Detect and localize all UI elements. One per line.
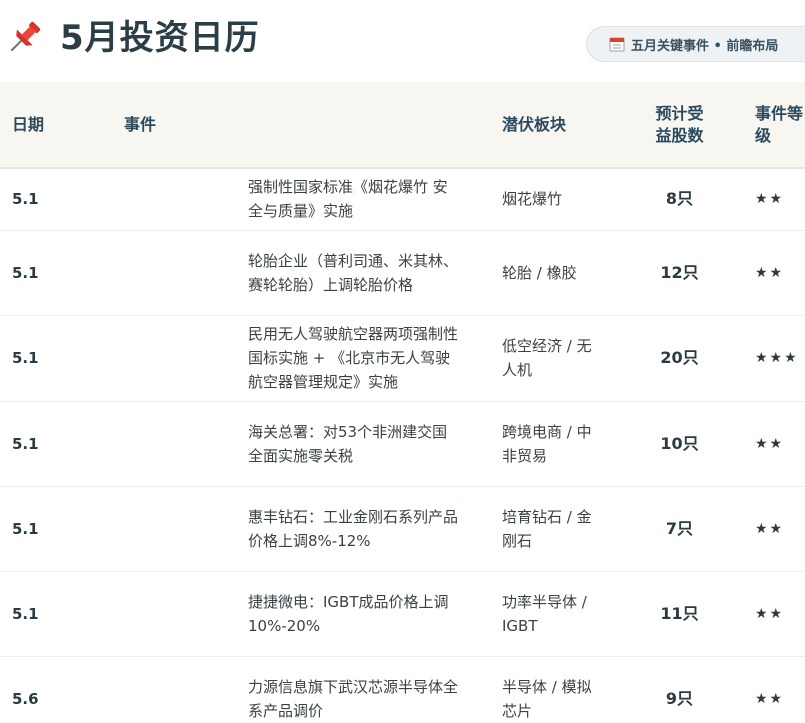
cell-sector: 烟花爆竹 [502,190,563,209]
table-header-row: 日期 事件 潜伏板块 预计受益股数 事件等级 [0,82,805,168]
cell-level: ★★ [755,264,785,281]
table-row: 5.1 海关总署：对53个非洲建交国全面实施零关税 跨境电商 / 中非贸易 10只 ★★ [0,401,805,486]
cell-sector: 半导体 / 模拟芯片 [502,678,592,720]
badge-label: 五月关键事件 • 前瞻布局 [631,38,779,54]
table-row: 5.1 民用无人驾驶航空器两项强制性国标实施 + 《北京市无人驾驶航空器管理规定》… [0,315,805,401]
cell-count: 11只 [660,603,699,623]
column-header-event: 事件 [124,114,157,134]
page-title: 5月投资日历 [60,18,260,58]
page-header: 5月投资日历 五月关键事件 • 前瞻布局 [0,0,805,82]
cell-date: 5.1 [12,519,39,538]
cell-count: 20只 [660,348,699,367]
cell-date: 5.1 [12,604,39,623]
column-header-date: 日期 [12,114,45,134]
cell-count: 9只 [665,689,694,708]
column-header-sector: 潜伏板块 [502,114,567,134]
cell-event: 海关总署：对53个非洲建交国全面实施零关税 [248,422,448,465]
cell-event: 民用无人驾驶航空器两项强制性国标实施 + 《北京市无人驾驶航空器管理规定》实施 [248,325,459,391]
cell-date: 5.1 [12,263,39,282]
cell-level: ★★ [755,191,785,208]
cell-count: 8只 [665,189,694,209]
pushpin-icon [10,21,41,52]
cell-level: ★★ [755,520,785,537]
cell-date: 5.1 [12,190,39,209]
cell-level: ★★ [755,435,785,452]
table-row: 5.1 惠丰钻石：工业金刚石系列产品价格上调8%-12% 培育钻石 / 金刚石 7只 ★… [0,486,805,571]
cell-sector: 轮胎 / 橡胶 [502,263,577,282]
cell-level: ★★ [755,605,785,622]
cell-date: 5.6 [12,690,39,708]
cell-sector: 功率半导体 / IGBT [502,592,587,635]
cell-date: 5.1 [12,434,39,453]
column-header-level: 事件等级 [755,103,804,145]
column-header-count: 预计受益股数 [655,103,704,145]
table-row: 5.1 轮胎企业（普利司通、米其林、赛轮轮胎）上调轮胎价格 轮胎 / 橡胶 12只 ★★ [0,230,805,315]
table-row: 5.1 强制性国家标准《烟花爆竹 安全与质量》实施 烟花爆竹 8只 ★★ [0,168,805,230]
calendar-icon [609,37,625,52]
cell-sector: 培育钻石 / 金刚石 [502,507,592,550]
cell-event: 强制性国家标准《烟花爆竹 安全与质量》实施 [248,178,448,221]
calendar-table: 日期 事件 潜伏板块 预计受益股数 事件等级 5.1 强制性国家标准《烟花爆竹 安… [0,82,805,723]
cell-count: 7只 [665,518,694,538]
cell-level: ★★ [755,691,785,707]
header-badge: 五月关键事件 • 前瞻布局 [586,26,805,62]
cell-count: 12只 [660,262,699,282]
cell-event: 力源信息旗下武汉芯源半导体全系产品调价 [248,678,459,720]
cell-event: 捷捷微电：IGBT成品价格上调10%-20% [248,592,449,635]
cell-event: 惠丰钻石：工业金刚石系列产品价格上调8%-12% [248,507,459,550]
cell-date: 5.1 [12,349,39,367]
table-row: 5.6 力源信息旗下武汉芯源半导体全系产品调价 半导体 / 模拟芯片 9只 ★★ [0,656,805,723]
cell-sector: 跨境电商 / 中非贸易 [502,422,592,465]
cell-event: 轮胎企业（普利司通、米其林、赛轮轮胎）上调轮胎价格 [248,251,459,294]
cell-count: 10只 [660,433,699,453]
cell-level: ★★★ [755,350,799,366]
table-row: 5.1 捷捷微电：IGBT成品价格上调10%-20% 功率半导体 / IGBT 11只… [0,571,805,656]
cell-sector: 低空经济 / 无人机 [502,337,592,379]
